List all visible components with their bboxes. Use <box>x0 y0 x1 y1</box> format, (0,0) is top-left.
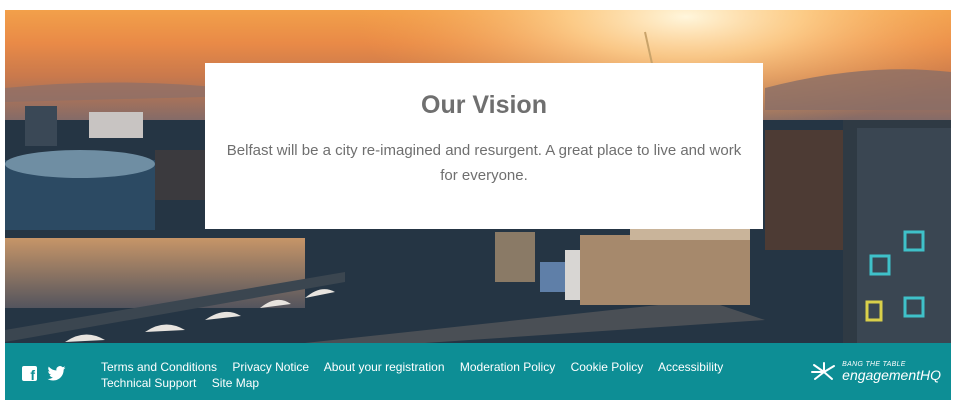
footer-links: Terms and Conditions Privacy Notice Abou… <box>101 359 761 391</box>
vision-text: Belfast will be a city re-imagined and r… <box>226 142 742 184</box>
brand-name: engagementHQ <box>842 367 941 383</box>
vision-card: Our Vision Belfast will be a city re-ima… <box>205 63 763 229</box>
vision-title: Our Vision <box>421 91 547 119</box>
site-footer: f Terms and Conditions Privacy Notice Ab… <box>5 343 951 400</box>
hero-banner: Our Vision Belfast will be a city re-ima… <box>5 10 951 343</box>
facebook-icon[interactable]: f <box>22 366 37 382</box>
footer-link-moderation[interactable]: Moderation Policy <box>460 360 555 374</box>
brand-logo[interactable]: BANG THE TABLE engagementHQ <box>810 361 941 382</box>
footer-link-terms[interactable]: Terms and Conditions <box>101 360 217 374</box>
footer-link-registration[interactable]: About your registration <box>324 360 445 374</box>
footer-link-privacy[interactable]: Privacy Notice <box>232 360 309 374</box>
footer-link-support[interactable]: Technical Support <box>101 376 196 390</box>
footer-link-accessibility[interactable]: Accessibility <box>658 360 723 374</box>
brand-text: BANG THE TABLE engagementHQ <box>842 361 941 382</box>
spark-icon <box>811 361 836 380</box>
footer-link-sitemap[interactable]: Site Map <box>212 376 259 390</box>
twitter-icon[interactable] <box>47 366 66 381</box>
footer-link-cookie[interactable]: Cookie Policy <box>571 360 644 374</box>
social-links: f <box>22 366 66 382</box>
